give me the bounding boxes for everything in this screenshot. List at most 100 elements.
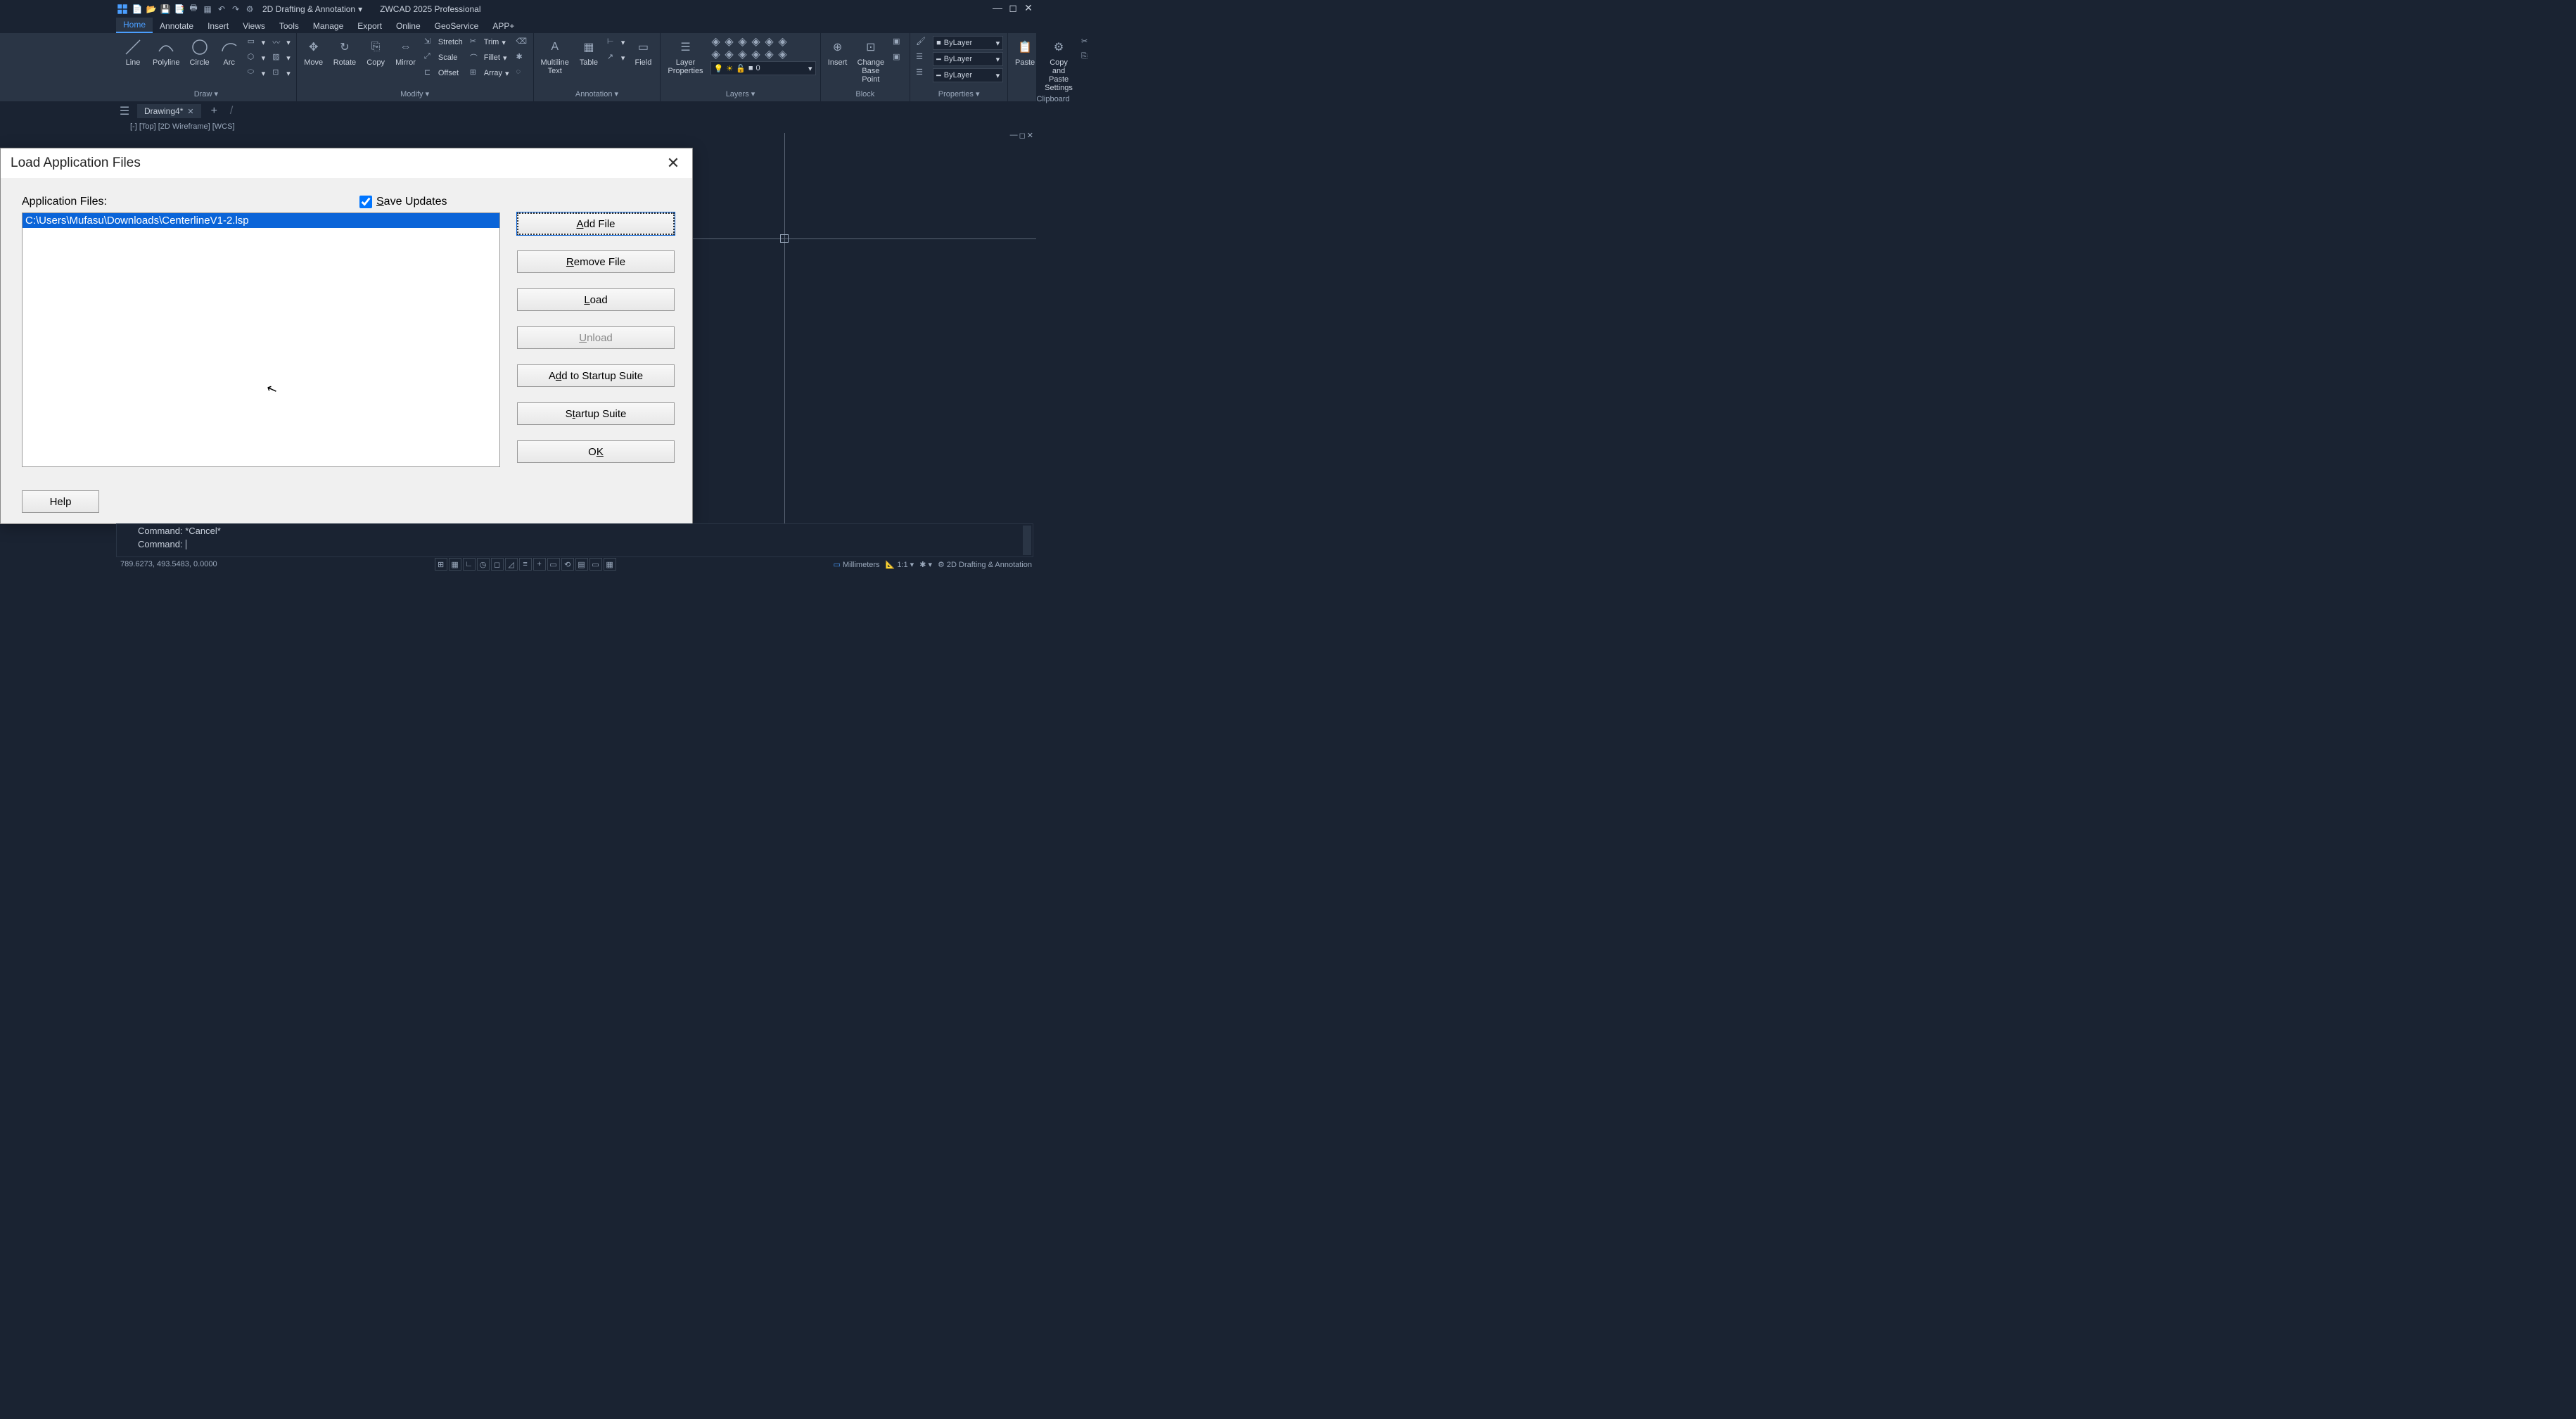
copy-settings-button[interactable]: ⚙ Copy and Paste Settings	[1042, 36, 1076, 94]
lwt-toggle[interactable]: ≡	[519, 558, 532, 571]
layer-tool-10-icon[interactable]: ◈	[751, 49, 762, 60]
move-button[interactable]: ✥ Move	[301, 36, 326, 68]
lineweight-selector[interactable]: ━ByLayer▾	[933, 52, 1003, 66]
cycle-toggle[interactable]: ⟲	[561, 558, 574, 571]
match-prop-button[interactable]: 🖌	[914, 36, 929, 49]
anno-toggle[interactable]: ▤	[575, 558, 588, 571]
dialog-title-bar[interactable]: Load Application Files ✕	[1, 148, 692, 178]
tab-close-icon[interactable]: ✕	[187, 107, 193, 116]
preview-icon[interactable]: ▦	[202, 4, 213, 15]
layer-tool-9-icon[interactable]: ◈	[737, 49, 748, 60]
arc-button[interactable]: Arc	[217, 36, 242, 68]
new-icon[interactable]: 📄	[132, 4, 143, 15]
color-selector[interactable]: ■ByLayer▾	[933, 36, 1003, 50]
cut-button[interactable]: ✂	[1080, 36, 1094, 49]
ellipse-button[interactable]: ⬭▾	[246, 67, 267, 79]
field-button[interactable]: ▭ Field	[630, 36, 656, 68]
leader-button[interactable]: ↗▾	[606, 51, 627, 64]
load-button[interactable]: Load	[517, 288, 675, 311]
layer-tool-8-icon[interactable]: ◈	[724, 49, 735, 60]
block-tool-1[interactable]: ▣	[891, 36, 905, 49]
add-tab-button[interactable]: +	[205, 105, 223, 117]
line-button[interactable]: Line	[120, 36, 146, 68]
layer-properties-button[interactable]: ☰ Layer Properties	[665, 36, 706, 77]
dialog-close-button[interactable]: ✕	[664, 154, 682, 172]
add-to-startup-button[interactable]: Add to Startup Suite	[517, 364, 675, 387]
undo-icon[interactable]: ↶	[216, 4, 227, 15]
command-line[interactable]: Command: *Cancel* Command:	[116, 523, 1033, 557]
offset-button[interactable]: ⊏Offset	[423, 67, 464, 79]
save-updates-checkbox[interactable]	[359, 196, 372, 208]
rectangle-button[interactable]: ▭▾	[246, 36, 267, 49]
open-icon[interactable]: 📂	[146, 4, 157, 15]
tab-app-plus[interactable]: APP+	[485, 19, 521, 33]
scale-readout[interactable]: 📐 1:1 ▾	[886, 560, 914, 569]
layer-tool-1-icon[interactable]: ◈	[710, 36, 722, 47]
save-updates-checkbox-label[interactable]: Save Updates	[359, 196, 447, 208]
circle-button[interactable]: Circle	[187, 36, 212, 68]
copy-button[interactable]: ⎘ Copy	[363, 36, 388, 68]
remove-file-button[interactable]: Remove File	[517, 250, 675, 273]
layer-tool-6-icon[interactable]: ◈	[777, 36, 789, 47]
tab-views[interactable]: Views	[236, 19, 272, 33]
break-button[interactable]: ◌	[515, 67, 529, 79]
layer-tool-3-icon[interactable]: ◈	[737, 36, 748, 47]
erase-button[interactable]: ⌫	[515, 36, 529, 49]
osnap-toggle[interactable]: ◻	[491, 558, 504, 571]
file-list-item[interactable]: C:\Users\Mufasu\Downloads\CenterlineV1-2…	[23, 213, 499, 228]
mtext-button[interactable]: A Multiline Text	[538, 36, 572, 77]
prop-tool-3[interactable]: ☰	[914, 67, 929, 79]
fillet-button[interactable]: ⌒Fillet ▾	[468, 51, 511, 64]
menu-toggle[interactable]: ☰	[116, 103, 133, 120]
explode-button[interactable]: ✱	[515, 51, 529, 64]
stretch-button[interactable]: ⇲Stretch	[423, 36, 464, 49]
layer-tool-4-icon[interactable]: ◈	[751, 36, 762, 47]
layer-tool-7-icon[interactable]: ◈	[710, 49, 722, 60]
insert-button[interactable]: ⊕ Insert	[825, 36, 850, 68]
grid-toggle[interactable]: ▦	[449, 558, 461, 571]
workspace-selector[interactable]: 2D Drafting & Annotation ▾	[258, 4, 366, 14]
workspace-status[interactable]: ⚙ 2D Drafting & Annotation	[938, 560, 1032, 569]
saveas-icon[interactable]: 📑	[174, 4, 185, 15]
linetype-selector[interactable]: ━ByLayer▾	[933, 68, 1003, 82]
redo-icon[interactable]: ↷	[230, 4, 241, 15]
coordinates-readout[interactable]: 789.6273, 493.5483, 0.0000	[4, 560, 217, 568]
document-tab[interactable]: Drawing4* ✕	[137, 104, 201, 118]
command-prompt[interactable]: Command:	[117, 537, 1033, 551]
help-button[interactable]: Help	[22, 490, 99, 513]
dim-linear-button[interactable]: ⊢▾	[606, 36, 627, 49]
viewport-label[interactable]: [-] [Top] [2D Wireframe] [WCS]	[0, 120, 1036, 133]
spline-button[interactable]: 〰▾	[271, 36, 292, 49]
array-button[interactable]: ⊞Array ▾	[468, 67, 511, 79]
minimize-button[interactable]: —	[990, 0, 1005, 15]
ortho-toggle[interactable]: ∟	[463, 558, 476, 571]
rotate-button[interactable]: ↻ Rotate	[331, 36, 359, 68]
tab-manage[interactable]: Manage	[306, 19, 350, 33]
polar-toggle[interactable]: ◷	[477, 558, 490, 571]
model-toggle[interactable]: ▭	[547, 558, 560, 571]
scale-button[interactable]: ⤢Scale	[423, 51, 464, 64]
startup-suite-button[interactable]: Startup Suite	[517, 402, 675, 425]
change-bp-button[interactable]: ⊡ Change Base Point	[855, 36, 888, 85]
polyline-button[interactable]: Polyline	[150, 36, 183, 68]
mirror-button[interactable]: ⇔ Mirror	[393, 36, 419, 68]
dyn-toggle[interactable]: +	[533, 558, 546, 571]
annotation-scale[interactable]: ✱ ▾	[919, 560, 932, 569]
add-file-button[interactable]: Add File	[517, 212, 675, 235]
snap-toggle[interactable]: ⊞	[435, 558, 447, 571]
layer-tool-5-icon[interactable]: ◈	[764, 36, 775, 47]
tab-online[interactable]: Online	[389, 19, 428, 33]
tab-annotate[interactable]: Annotate	[153, 19, 200, 33]
otrack-toggle[interactable]: ◿	[505, 558, 518, 571]
workspace-switch-icon[interactable]: ⚙	[244, 4, 255, 15]
ok-button[interactable]: OK	[517, 440, 675, 463]
paste-button[interactable]: 📋 Paste	[1012, 36, 1038, 68]
maximize-button[interactable]: ◻	[1005, 0, 1021, 15]
units-readout[interactable]: ▭ Millimeters	[834, 560, 880, 569]
table-button[interactable]: ▦ Table	[576, 36, 601, 68]
layer-tool-12-icon[interactable]: ◈	[777, 49, 789, 60]
layer-selector[interactable]: 💡 ☀ 🔓 ■ 0 ▾	[710, 61, 816, 75]
copy-clip-button[interactable]: ⎘	[1080, 51, 1094, 64]
command-scrollbar[interactable]	[1023, 526, 1031, 555]
file-listbox[interactable]: C:\Users\Mufasu\Downloads\CenterlineV1-2…	[22, 212, 500, 467]
